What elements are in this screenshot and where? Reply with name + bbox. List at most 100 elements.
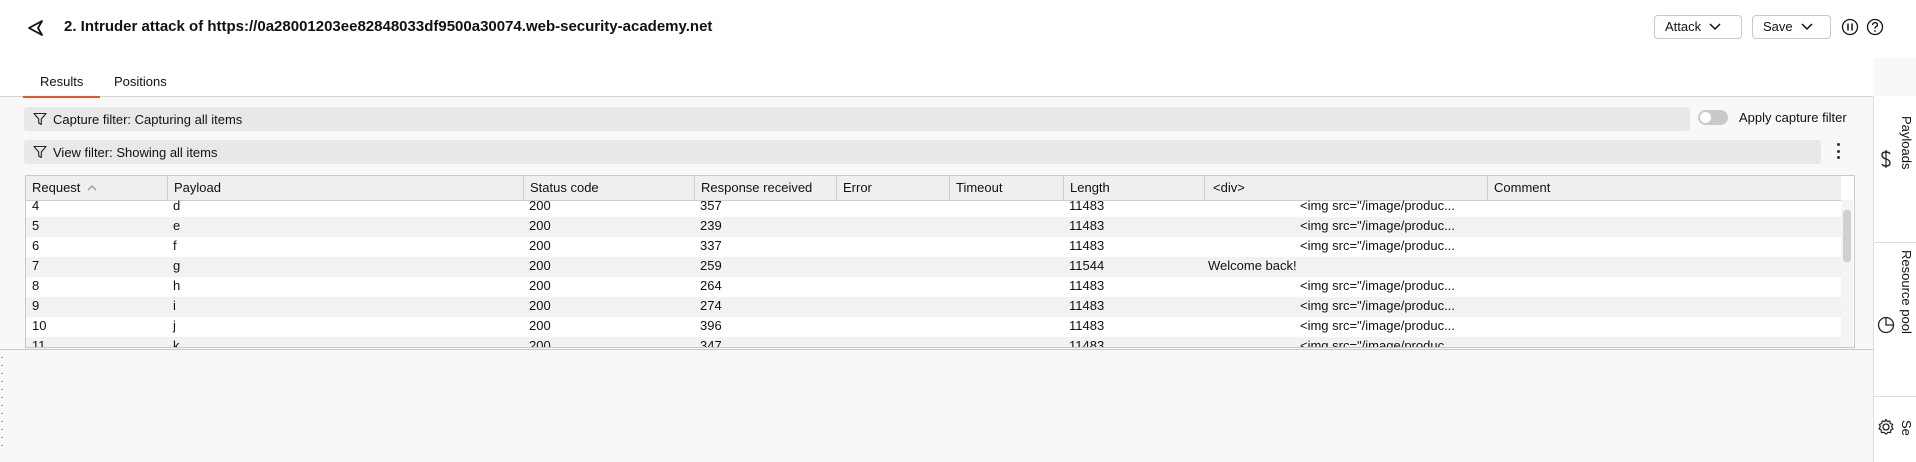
table-row[interactable]: 4 d 200 357 11483 <img src="/image/produc... (26, 197, 1841, 217)
table-row[interactable]: 6 f 200 337 11483 <img src="/image/produc... (26, 237, 1841, 257)
cell-length: 11483 (1069, 198, 1105, 213)
cell-status-code: 200 (529, 318, 551, 333)
top-bar: 2. Intruder attack of https://0a28001203… (0, 0, 1916, 58)
cell-response-received: 274 (700, 298, 722, 313)
cell-request: 11 (32, 338, 46, 348)
cell-response-received: 396 (700, 318, 722, 333)
cell-div: <img src="/image/produc... (1300, 298, 1455, 313)
cell-payload: f (173, 238, 177, 253)
cell-comment (1487, 237, 1841, 257)
cell-status-code: 200 (529, 238, 551, 253)
view-filter-bar[interactable]: View filter: Showing all items (24, 140, 1821, 164)
apply-capture-filter-label: Apply capture filter (1739, 110, 1847, 125)
apply-capture-filter-toggle[interactable] (1698, 110, 1728, 125)
cell-status-code: 200 (529, 298, 551, 313)
cell-error (836, 277, 949, 297)
cell-div: <img src="/image/produc... (1300, 318, 1455, 333)
cell-request: 5 (32, 218, 40, 233)
cell-length: 11483 (1069, 278, 1105, 293)
cell-response-received: 357 (700, 198, 722, 213)
cell-error (836, 317, 949, 337)
table-row[interactable]: 7 g 200 259 11544 Welcome back! (26, 257, 1841, 277)
cell-div: <img src="/image/produc... (1300, 198, 1455, 213)
cell-response-received: 264 (700, 278, 722, 293)
cell-timeout (949, 217, 1063, 237)
table-row[interactable]: 10 j 200 396 11483 <img src="/image/produc... (26, 317, 1841, 337)
cell-comment (1487, 337, 1841, 347)
help-icon[interactable] (1866, 18, 1884, 36)
table-row[interactable]: 5 e 200 239 11483 <img src="/image/produc... (26, 217, 1841, 237)
cell-payload: k (173, 338, 180, 348)
pie-chart-icon (1878, 316, 1895, 333)
tab-bar: Results Positions (0, 58, 1873, 98)
left-gutter (0, 350, 6, 462)
cell-div: <img src="/image/produc... (1300, 278, 1455, 293)
cell-error (836, 337, 949, 347)
save-button-label: Save (1763, 19, 1793, 34)
cell-request: 7 (32, 258, 40, 273)
cell-length: 11483 (1069, 298, 1105, 313)
cell-timeout (949, 337, 1063, 347)
cell-timeout (949, 317, 1063, 337)
resource-pool-panel-label: Resource pool (1898, 250, 1914, 334)
cell-status-code: 200 (529, 258, 551, 273)
cell-error (836, 197, 949, 217)
cell-div: <img src="/image/produc... (1300, 338, 1455, 348)
page-title: 2. Intruder attack of https://0a28001203… (64, 18, 713, 35)
pause-icon[interactable] (1841, 18, 1859, 36)
attack-button-label: Attack (1665, 19, 1702, 34)
cell-status-code: 200 (529, 198, 551, 213)
vertical-scrollbar[interactable] (1841, 200, 1853, 347)
capture-filter-bar[interactable]: Capture filter: Capturing all items (24, 107, 1690, 131)
cell-comment (1487, 277, 1841, 297)
cell-response-received: 337 (700, 238, 722, 253)
table-row[interactable]: 9 i 200 274 11483 <img src="/image/produc... (26, 297, 1841, 317)
gear-icon (1878, 418, 1894, 435)
cell-response-received: 347 (700, 338, 722, 348)
cell-status-code: 200 (529, 278, 551, 293)
cell-request: 10 (32, 318, 47, 333)
cell-length: 11483 (1069, 318, 1105, 333)
cell-length: 11483 (1069, 218, 1105, 233)
save-dropdown-button[interactable]: Save (1752, 15, 1831, 39)
table-row[interactable]: 8 h 200 264 11483 <img src="/image/produc... (26, 277, 1841, 297)
cell-timeout (949, 297, 1063, 317)
more-options-icon[interactable] (1835, 143, 1841, 159)
attack-dropdown-button[interactable]: Attack (1654, 15, 1742, 39)
back-arrow-icon[interactable] (24, 17, 46, 39)
panel-separator (1874, 242, 1916, 243)
cell-status-code: 200 (529, 218, 551, 233)
cell-status-code: 200 (529, 338, 551, 348)
cell-request: 9 (32, 298, 40, 313)
cell-payload: d (173, 198, 181, 213)
cell-response-received: 239 (700, 218, 722, 233)
cell-request: 6 (32, 238, 40, 253)
scrollbar-thumb[interactable] (1843, 210, 1851, 262)
table-row[interactable]: 11 k 200 347 11483 <img src="/image/produc... (26, 337, 1841, 348)
cell-error (836, 257, 949, 277)
payloads-panel-tab[interactable]: Payloads (1874, 110, 1916, 172)
cell-comment (1487, 317, 1841, 337)
capture-filter-label: Capture filter: Capturing all items (53, 111, 243, 127)
cell-payload: g (173, 258, 181, 273)
cell-length: 11483 (1069, 238, 1105, 253)
cell-timeout (949, 277, 1063, 297)
settings-panel-tab[interactable]: Se (1874, 414, 1916, 439)
panel-separator (1874, 396, 1916, 397)
cell-comment (1487, 197, 1841, 217)
cell-payload: h (173, 278, 181, 293)
cell-request: 4 (32, 198, 40, 213)
tab-positions[interactable]: Positions (114, 74, 167, 89)
cell-error (836, 237, 949, 257)
cell-timeout (949, 197, 1063, 217)
cell-comment (1487, 297, 1841, 317)
chevron-down-icon (1709, 23, 1721, 31)
cell-length: 11544 (1069, 258, 1105, 273)
cell-comment (1487, 217, 1841, 237)
right-side-panel: Payloads Resource pool Se (1873, 96, 1916, 462)
cell-comment (1487, 257, 1841, 277)
cell-response-received: 259 (700, 258, 722, 273)
cell-timeout (949, 257, 1063, 277)
resource-pool-panel-tab[interactable]: Resource pool (1874, 244, 1916, 337)
tab-results[interactable]: Results (22, 74, 101, 98)
